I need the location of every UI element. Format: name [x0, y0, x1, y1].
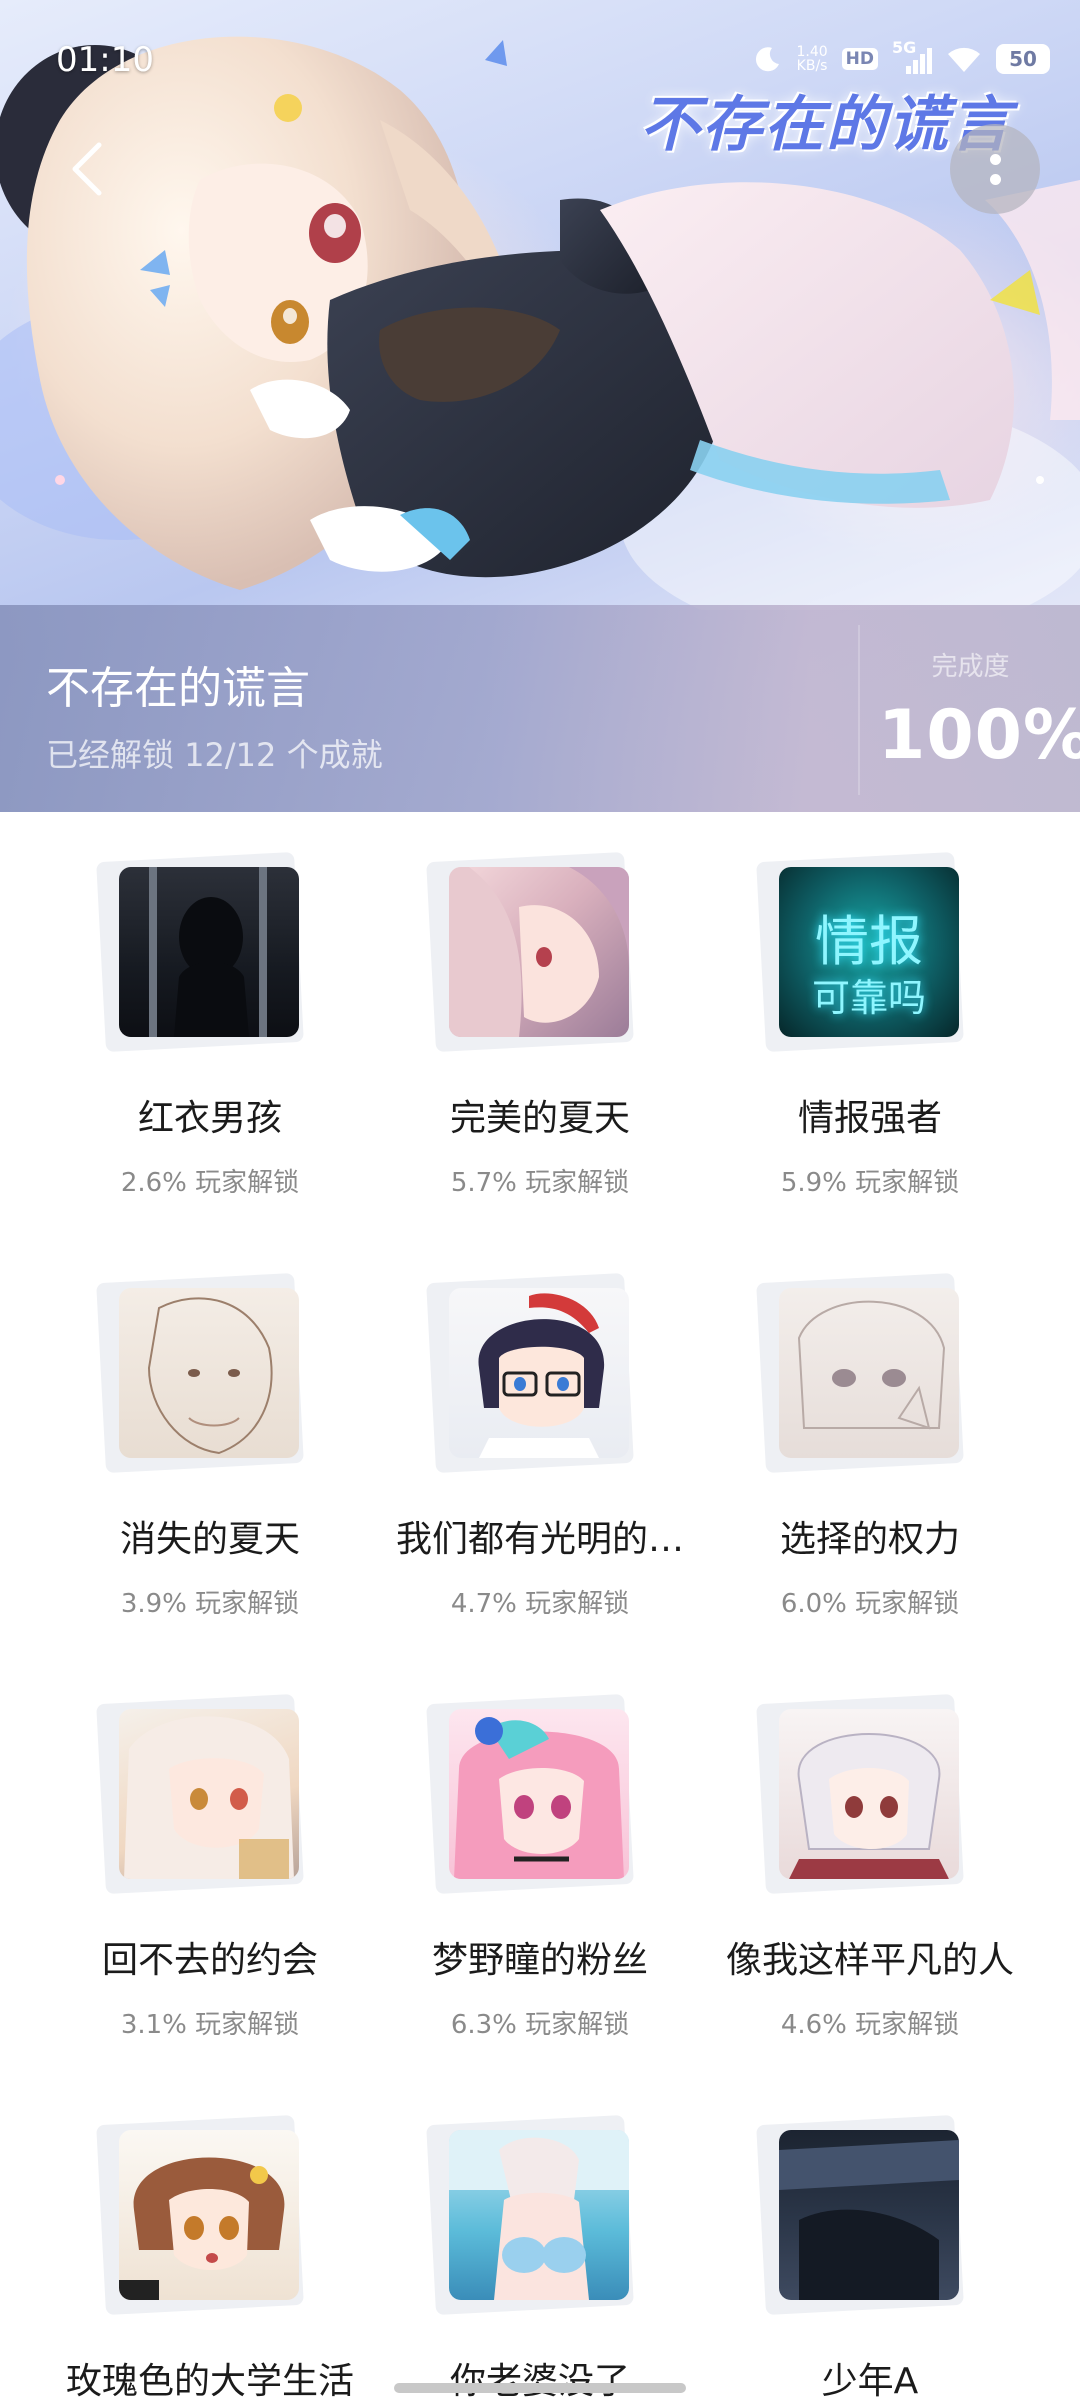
- achievement-item[interactable]: 选择的权力 6.0% 玩家解锁: [705, 1233, 1035, 1654]
- achievement-thumbnail: [119, 1709, 299, 1879]
- wifi-icon: [946, 44, 982, 74]
- achievement-page: 01:10 1.40 KB/s HD 5G 50 不存在的谎言 不存在的谎言 已…: [0, 0, 1080, 2400]
- back-button[interactable]: [52, 134, 122, 204]
- achievement-rate: 4.6% 玩家解锁: [780, 2010, 960, 2040]
- achievement-rate: 6.3% 玩家解锁: [450, 2010, 630, 2040]
- achievement-thumbnail: 情报 可靠吗: [779, 867, 959, 1037]
- battery-icon: 50: [996, 44, 1050, 74]
- net-speed-value: 1.40: [796, 44, 828, 60]
- completion-value: 100%: [878, 696, 1080, 775]
- moon-icon: [752, 44, 782, 74]
- achievement-rate: 6.0% 玩家解锁: [780, 1589, 960, 1619]
- achievement-thumbnail: [119, 1288, 299, 1458]
- info-divider: [858, 625, 860, 795]
- achievement-thumbnail: [119, 867, 299, 1037]
- achievement-item[interactable]: 玫瑰色的大学生活: [45, 2075, 375, 2400]
- more-dot-icon: [989, 153, 1001, 165]
- achievement-rate: 5.9% 玩家解锁: [780, 1168, 960, 1198]
- achievement-rate: 5.7% 玩家解锁: [450, 1168, 630, 1198]
- achievement-name: 玫瑰色的大学生活: [65, 2361, 354, 2400]
- achievement-name: 少年A: [821, 2361, 919, 2400]
- net-speed: 1.40 KB/s: [796, 45, 827, 73]
- achievement-item[interactable]: 完美的夏天 5.7% 玩家解锁: [375, 812, 705, 1233]
- achievement-thumbnail: [779, 1288, 959, 1458]
- achievement-rate: 3.9% 玩家解锁: [120, 1589, 300, 1619]
- achievement-name: 像我这样平凡的人: [725, 1940, 1014, 1981]
- achievement-item[interactable]: 我们都有光明的… 4.7% 玩家解锁: [375, 1233, 705, 1654]
- achievement-name: 完美的夏天: [449, 1098, 630, 1139]
- network-type: 5G: [892, 38, 917, 57]
- achievement-name: 梦野瞳的粉丝: [431, 1940, 648, 1981]
- completion-label: 完成度: [931, 652, 1010, 682]
- home-indicator[interactable]: [394, 2383, 686, 2393]
- achievement-thumbnail: [119, 2130, 299, 2300]
- achievement-thumbnail: [779, 1709, 959, 1879]
- achievement-rate: 4.7% 玩家解锁: [450, 1589, 630, 1619]
- achievement-item[interactable]: 你老婆没了: [375, 2075, 705, 2400]
- achievement-grid: 红衣男孩 2.6% 玩家解锁 完美的夏天 5.7% 玩家解锁 情报 可靠吗 情报…: [0, 812, 1080, 2400]
- achievement-name: 回不去的约会: [101, 1940, 318, 1981]
- achievement-item[interactable]: 梦野瞳的粉丝 6.3% 玩家解锁: [375, 1654, 705, 2075]
- achievement-item[interactable]: 少年A: [705, 2075, 1035, 2400]
- achievement-name: 选择的权力: [779, 1519, 960, 1560]
- game-title: 不存在的谎言: [46, 663, 310, 714]
- achievement-thumbnail: [449, 867, 629, 1037]
- achievement-name: 我们都有光明的…: [395, 1519, 684, 1560]
- achievement-thumbnail: [779, 2130, 959, 2300]
- achievement-item[interactable]: 回不去的约会 3.1% 玩家解锁: [45, 1654, 375, 2075]
- achievement-thumbnail: [449, 1709, 629, 1879]
- achievement-item[interactable]: 情报 可靠吗 情报强者 5.9% 玩家解锁: [705, 812, 1035, 1233]
- thumbnail-text: 情报: [815, 910, 923, 973]
- net-speed-unit: KB/s: [796, 58, 828, 74]
- hd-badge: HD: [841, 48, 878, 70]
- achievement-name: 红衣男孩: [137, 1098, 282, 1139]
- achievement-name: 消失的夏天: [119, 1519, 300, 1560]
- signal-icon: 5G: [892, 38, 932, 76]
- status-time: 01:10: [56, 40, 154, 80]
- more-options-button[interactable]: [950, 124, 1040, 214]
- achievement-item[interactable]: 像我这样平凡的人 4.6% 玩家解锁: [705, 1654, 1035, 2075]
- achievement-thumbnail: [449, 2130, 629, 2300]
- back-arrow-icon: [72, 142, 102, 196]
- unlock-summary: 已经解锁 12/12 个成就: [46, 736, 383, 774]
- achievement-item[interactable]: 消失的夏天 3.9% 玩家解锁: [45, 1233, 375, 1654]
- more-dot-icon: [989, 173, 1001, 185]
- thumbnail-text: 可靠吗: [811, 976, 926, 1020]
- achievement-item[interactable]: 红衣男孩 2.6% 玩家解锁: [45, 812, 375, 1233]
- achievement-name: 情报强者: [797, 1098, 942, 1139]
- achievement-thumbnail: [449, 1288, 629, 1458]
- hero-banner: 01:10 1.40 KB/s HD 5G 50 不存在的谎言 不存在的谎言 已…: [0, 0, 1080, 812]
- achievement-rate: 2.6% 玩家解锁: [120, 1168, 300, 1198]
- achievement-rate: 3.1% 玩家解锁: [120, 2010, 300, 2040]
